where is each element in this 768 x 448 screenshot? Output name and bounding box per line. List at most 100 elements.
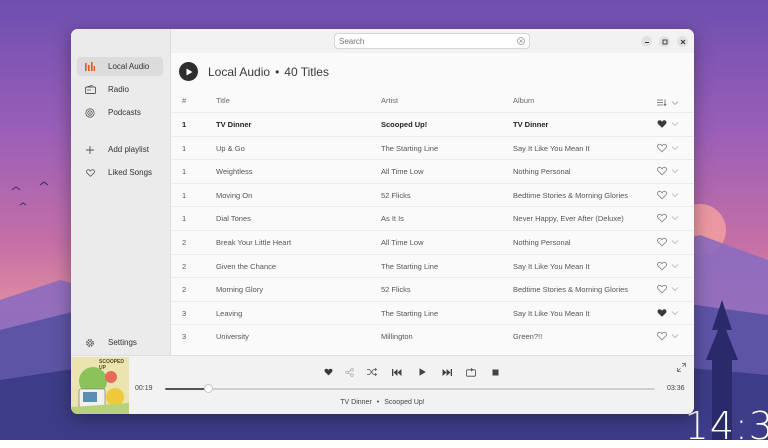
now-playing-artist[interactable]: Scooped Up! [384, 399, 424, 406]
play-icon [186, 68, 192, 75]
share-button[interactable] [342, 365, 356, 379]
play-all-button[interactable] [179, 62, 198, 81]
heart-outline-icon[interactable] [657, 213, 667, 223]
track-album: Bedtime Stories & Morning Glories [513, 190, 629, 200]
chevron-down-icon[interactable] [671, 191, 679, 199]
heart-outline-icon[interactable] [657, 190, 667, 200]
title-separator: • [275, 65, 280, 79]
sidebar-item-settings[interactable]: Settings [77, 333, 163, 352]
track-title: Up & Go [216, 143, 245, 153]
repeat-button[interactable] [464, 365, 478, 379]
previous-button[interactable] [390, 365, 404, 379]
track-row[interactable]: 1 Moving On 52 Flicks Bedtime Stories & Mor… [171, 182, 694, 208]
audio-bars-icon [83, 60, 97, 74]
heart-outline-icon[interactable] [657, 143, 667, 153]
podcast-icon [83, 106, 97, 120]
seek-bar-fill [165, 388, 209, 390]
sidebar-item-local-audio[interactable]: Local Audio [77, 57, 163, 76]
heart-filled-icon [324, 368, 332, 376]
desktop-clock: 14:3 [684, 404, 768, 448]
minimize-button[interactable] [641, 36, 652, 47]
track-album: TV Dinner [513, 120, 549, 129]
music-player-window: Local Audio Radio Podcasts Add playlist … [71, 29, 694, 414]
chevron-down-icon[interactable] [671, 144, 679, 152]
track-number: 1 [182, 120, 187, 129]
track-title: Leaving [216, 308, 243, 318]
track-row[interactable]: 3 University Millington Green?!! [171, 324, 694, 349]
heart-outline-icon[interactable] [657, 284, 667, 294]
heart-outline-icon[interactable] [657, 261, 667, 271]
chevron-down-icon[interactable] [671, 167, 679, 175]
repeat-icon [466, 367, 476, 377]
page-title: Local Audio • 40 Titles [208, 65, 329, 79]
heart-outline-icon[interactable] [657, 331, 667, 341]
shuffle-button[interactable] [365, 365, 379, 379]
maximize-button[interactable] [659, 36, 670, 47]
track-artist: As It Is [381, 214, 404, 224]
now-playing: TV Dinner • Scooped Up! [71, 399, 694, 406]
now-playing-title[interactable]: TV Dinner [340, 399, 372, 406]
sidebar-item-label: Podcasts [108, 108, 141, 117]
fullscreen-button[interactable] [677, 363, 686, 374]
track-row[interactable]: 1 TV Dinner Scooped Up! TV Dinner [171, 112, 694, 137]
track-number: 3 [182, 332, 187, 342]
sidebar-item-add-playlist[interactable]: Add playlist [77, 140, 163, 159]
track-row[interactable]: 2 Given the Chance The Starting Line Say It… [171, 253, 694, 279]
sidebar-item-radio[interactable]: Radio [77, 80, 163, 99]
close-button[interactable] [677, 36, 688, 47]
player-bar: SCOOPED UP 00:19 03:36 TV Dinner • Scoop… [71, 355, 694, 414]
track-row[interactable]: 2 Morning Glory 52 Flicks Bedtime Stories &… [171, 277, 694, 302]
track-row[interactable]: 1 Dial Tones As It Is Never Happy, Ever Aft… [171, 206, 694, 231]
column-header-album[interactable]: Album [513, 96, 534, 105]
track-artist: 52 Flicks [381, 190, 411, 200]
track-row[interactable]: 2 Break Your Little Heart All Time Low Noth… [171, 230, 694, 255]
track-row[interactable]: 1 Up & Go The Starting Line Say It Like You… [171, 135, 694, 161]
track-number: 2 [182, 261, 187, 271]
track-row[interactable]: 1 Weightless All Time Low Nothing Personal [171, 159, 694, 184]
heart-filled-icon[interactable] [657, 119, 667, 129]
column-header-number[interactable]: # [182, 96, 186, 105]
heart-outline-icon[interactable] [657, 237, 667, 247]
track-title: Weightless [216, 167, 253, 177]
track-number: 2 [182, 238, 187, 247]
stop-button[interactable] [488, 365, 502, 379]
sidebar-item-liked-songs[interactable]: Liked Songs [77, 163, 163, 182]
track-number: 1 [182, 143, 187, 153]
clear-search-icon[interactable] [517, 37, 525, 45]
play-icon [419, 368, 426, 376]
chevron-down-icon[interactable] [671, 214, 679, 222]
track-number: 1 [182, 214, 187, 224]
next-button[interactable] [440, 365, 454, 379]
play-button[interactable] [415, 365, 429, 379]
sidebar-item-podcasts[interactable]: Podcasts [77, 103, 163, 122]
seek-handle[interactable] [203, 384, 213, 393]
track-album: Say It Like You Mean It [513, 261, 590, 271]
track-artist: 52 Flicks [381, 285, 411, 295]
search-box[interactable] [334, 33, 530, 49]
chevron-down-icon[interactable] [671, 332, 679, 340]
sidebar-item-label: Local Audio [108, 62, 150, 71]
column-header-artist[interactable]: Artist [381, 96, 398, 105]
heart-filled-icon[interactable] [657, 308, 667, 318]
search-input[interactable] [335, 34, 509, 48]
track-number: 1 [182, 190, 187, 200]
heart-outline-icon[interactable] [657, 166, 667, 176]
seek-bar[interactable] [165, 384, 655, 393]
chevron-down-icon[interactable] [671, 285, 679, 293]
track-title: Break Your Little Heart [216, 238, 292, 247]
chevron-down-icon[interactable] [671, 238, 679, 246]
heart-icon [83, 166, 97, 180]
track-album: Say It Like You Mean It [513, 308, 590, 318]
chevron-down-icon[interactable] [671, 120, 679, 128]
shuffle-icon [367, 368, 377, 376]
track-album: Never Happy, Ever After (Deluxe) [513, 214, 624, 224]
track-album: Nothing Personal [513, 238, 571, 247]
chevron-down-icon[interactable] [671, 262, 679, 270]
chevron-down-icon[interactable] [671, 100, 679, 106]
track-title: Moving On [216, 190, 253, 200]
like-button[interactable] [321, 365, 335, 379]
track-row[interactable]: 3 Leaving The Starting Line Say It Like You… [171, 300, 694, 326]
sort-icon[interactable] [657, 99, 667, 106]
chevron-down-icon[interactable] [671, 309, 679, 317]
column-header-title[interactable]: Title [216, 96, 230, 105]
